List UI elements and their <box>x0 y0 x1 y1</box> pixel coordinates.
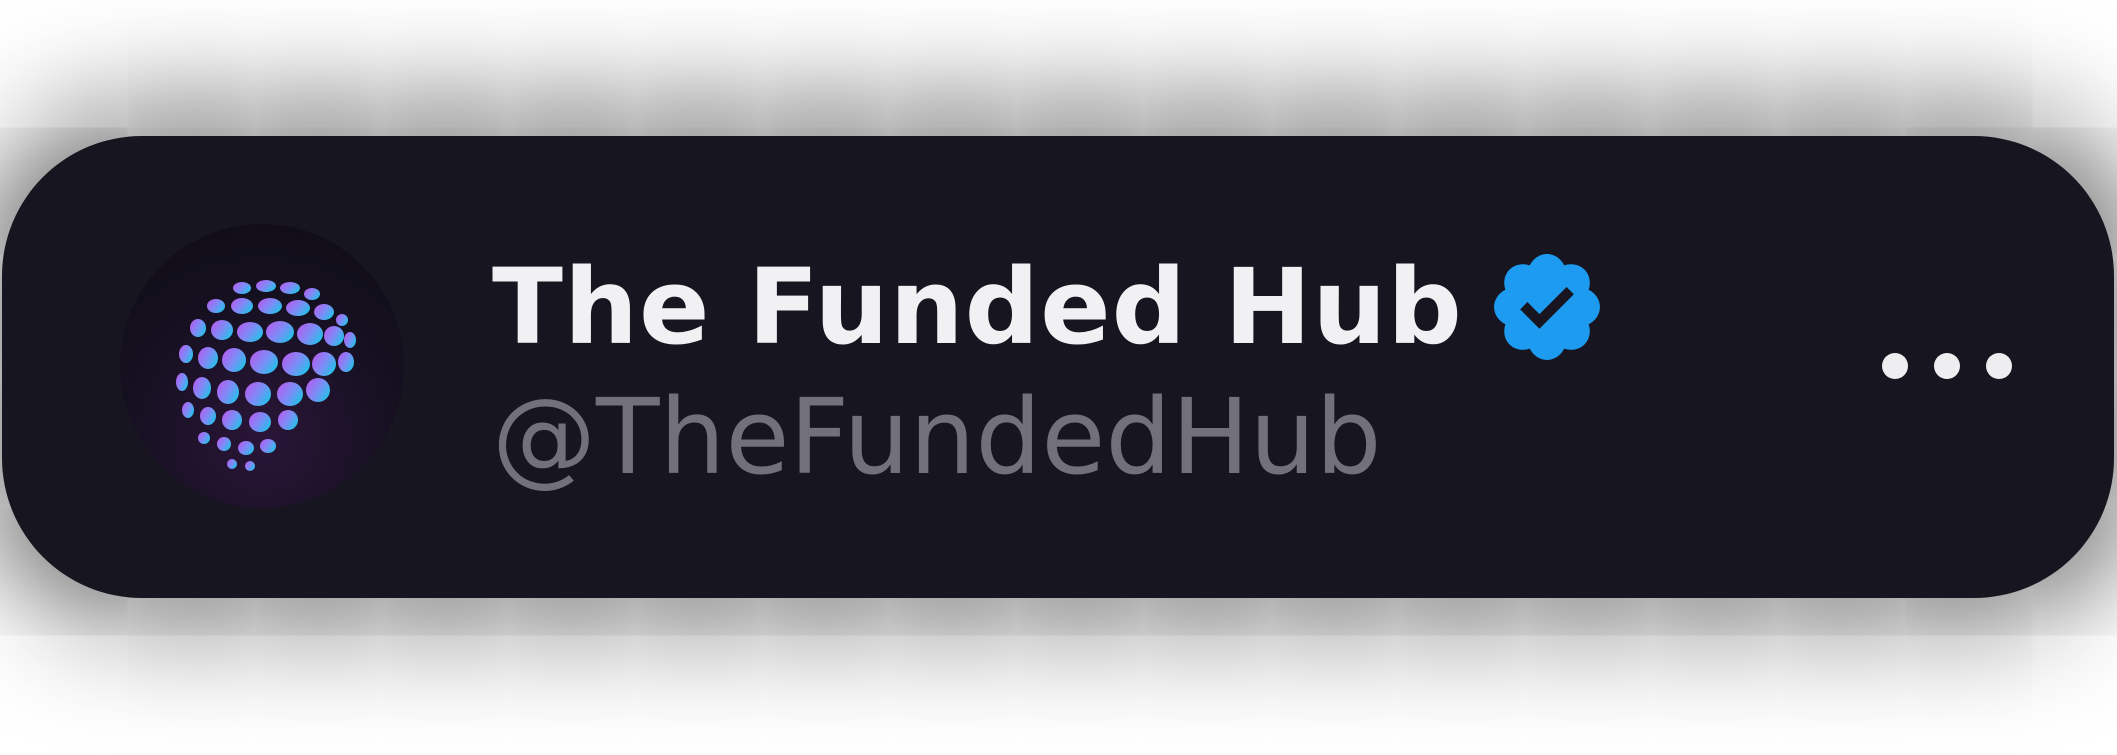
dotted-globe-logo-icon <box>176 280 356 471</box>
more-options-button[interactable] <box>1882 336 2012 396</box>
more-horizontal-icon <box>1934 353 1960 379</box>
name-row: The Funded Hub <box>492 232 1609 382</box>
display-name[interactable]: The Funded Hub <box>492 246 1463 368</box>
screenshot-stage: The Funded Hub @TheFundedHub <box>0 0 2117 755</box>
profile-card[interactable]: The Funded Hub @TheFundedHub <box>2 136 2114 598</box>
more-horizontal-icon <box>1882 353 1908 379</box>
more-horizontal-icon <box>1986 353 2012 379</box>
verified-badge-icon <box>1493 254 1600 360</box>
avatar[interactable] <box>120 224 404 508</box>
user-handle[interactable]: @TheFundedHub <box>492 376 1382 498</box>
